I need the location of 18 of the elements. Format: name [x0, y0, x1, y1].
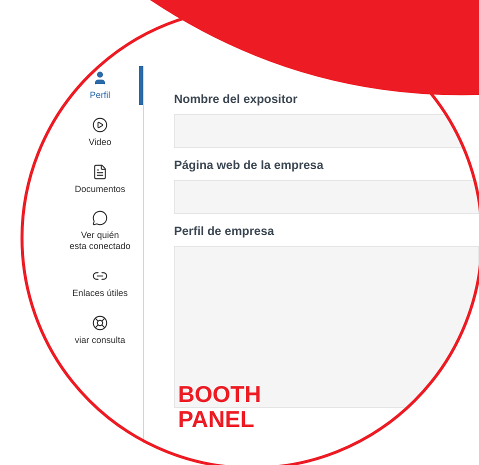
- user-icon: [92, 70, 108, 86]
- sidebar-item[interactable]: Perfil: [57, 66, 143, 105]
- chat-bubble-icon: [92, 210, 108, 226]
- lifebuoy-icon: [92, 314, 108, 331]
- field-label: Perfil de empresa: [174, 224, 276, 238]
- text-area[interactable]: [174, 246, 479, 408]
- sidebar-item[interactable]: Documentos: [57, 160, 143, 198]
- active-indicator: [139, 66, 143, 105]
- sidebar-item[interactable]: Enlaces útiles: [57, 264, 143, 303]
- banner-title: BOOTH PANEL: [178, 382, 262, 433]
- play-icon: [92, 116, 108, 133]
- document-icon: [92, 164, 108, 180]
- field-label: Página web de la empresa: [174, 158, 324, 172]
- field-label: Nombre del expositor: [174, 92, 298, 106]
- input-field[interactable]: [174, 180, 479, 214]
- sidebar-item[interactable]: viar consulta: [57, 310, 143, 350]
- sidebar-item[interactable]: Ver quién esta conectado: [57, 206, 143, 256]
- sidebar-item[interactable]: Video: [57, 112, 143, 152]
